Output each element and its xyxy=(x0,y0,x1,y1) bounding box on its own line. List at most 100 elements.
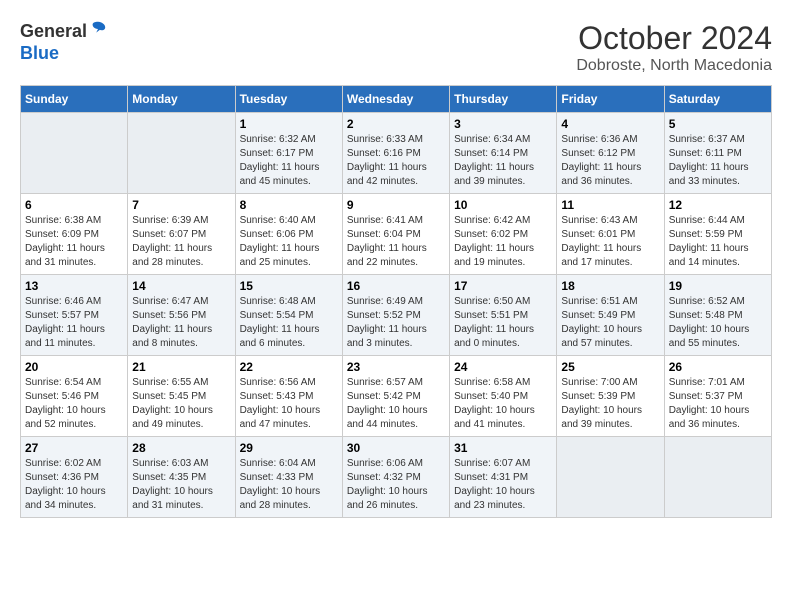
location-title: Dobroste, North Macedonia xyxy=(576,57,772,75)
day-info: Sunrise: 6:46 AMSunset: 5:57 PMDaylight:… xyxy=(25,295,123,351)
day-info: Sunrise: 6:58 AMSunset: 5:40 PMDaylight:… xyxy=(454,376,552,432)
calendar-day-cell xyxy=(557,437,664,518)
day-info: Sunrise: 6:49 AMSunset: 5:52 PMDaylight:… xyxy=(347,295,445,351)
weekday-header-sunday: Sunday xyxy=(21,86,128,113)
day-number: 16 xyxy=(347,279,445,293)
day-info: Sunrise: 6:04 AMSunset: 4:33 PMDaylight:… xyxy=(240,457,338,513)
weekday-header-saturday: Saturday xyxy=(664,86,771,113)
calendar-day-cell: 30Sunrise: 6:06 AMSunset: 4:32 PMDayligh… xyxy=(342,437,449,518)
calendar-day-cell: 15Sunrise: 6:48 AMSunset: 5:54 PMDayligh… xyxy=(235,275,342,356)
day-number: 7 xyxy=(132,198,230,212)
day-number: 8 xyxy=(240,198,338,212)
day-number: 1 xyxy=(240,117,338,131)
calendar-day-cell: 21 Sunrise: 6:55 AMSunset: 5:45 PMDayligh… xyxy=(128,356,235,437)
weekday-header-row: SundayMondayTuesdayWednesdayThursdayFrid… xyxy=(21,86,772,113)
calendar-day-cell: 17Sunrise: 6:50 AMSunset: 5:51 PMDayligh… xyxy=(450,275,557,356)
calendar-day-cell: 12 Sunrise: 6:44 AMSunset: 5:59 PMDayligh… xyxy=(664,194,771,275)
day-number: 21 xyxy=(132,360,230,374)
day-number: 4 xyxy=(561,117,659,131)
day-info: Sunrise: 6:07 AMSunset: 4:31 PMDaylight:… xyxy=(454,457,552,513)
calendar-day-cell: 4 Sunrise: 6:36 AMSunset: 6:12 PMDaylight… xyxy=(557,113,664,194)
day-number: 6 xyxy=(25,198,123,212)
day-number: 19 xyxy=(669,279,767,293)
day-info: Sunrise: 6:55 AMSunset: 5:45 PMDaylight:… xyxy=(132,376,230,432)
calendar-day-cell: 22 Sunrise: 6:56 AMSunset: 5:43 PMDayligh… xyxy=(235,356,342,437)
calendar-day-cell: 16 Sunrise: 6:49 AMSunset: 5:52 PMDayligh… xyxy=(342,275,449,356)
calendar-day-cell: 26 Sunrise: 7:01 AMSunset: 5:37 PMDayligh… xyxy=(664,356,771,437)
day-number: 27 xyxy=(25,441,123,455)
calendar-week-row: 1 Sunrise: 6:32 AMSunset: 6:17 PMDaylight… xyxy=(21,113,772,194)
weekday-header-wednesday: Wednesday xyxy=(342,86,449,113)
calendar-day-cell: 31 Sunrise: 6:07 AMSunset: 4:31 PMDayligh… xyxy=(450,437,557,518)
calendar-day-cell: 18Sunrise: 6:51 AMSunset: 5:49 PMDayligh… xyxy=(557,275,664,356)
day-number: 12 xyxy=(669,198,767,212)
calendar: SundayMondayTuesdayWednesdayThursdayFrid… xyxy=(20,85,772,518)
day-info: Sunrise: 6:48 AMSunset: 5:54 PMDaylight:… xyxy=(240,295,338,351)
day-info: Sunrise: 6:33 AMSunset: 6:16 PMDaylight:… xyxy=(347,133,445,189)
calendar-week-row: 6 Sunrise: 6:38 AMSunset: 6:09 PMDaylight… xyxy=(21,194,772,275)
calendar-day-cell: 29Sunrise: 6:04 AMSunset: 4:33 PMDayligh… xyxy=(235,437,342,518)
weekday-header-friday: Friday xyxy=(557,86,664,113)
day-info: Sunrise: 6:36 AMSunset: 6:12 PMDaylight:… xyxy=(561,133,659,189)
day-number: 10 xyxy=(454,198,552,212)
calendar-day-cell xyxy=(664,437,771,518)
calendar-day-cell: 28 Sunrise: 6:03 AMSunset: 4:35 PMDayligh… xyxy=(128,437,235,518)
day-number: 20 xyxy=(25,360,123,374)
day-number: 26 xyxy=(669,360,767,374)
day-number: 2 xyxy=(347,117,445,131)
day-number: 23 xyxy=(347,360,445,374)
day-number: 13 xyxy=(25,279,123,293)
day-number: 17 xyxy=(454,279,552,293)
calendar-day-cell xyxy=(21,113,128,194)
header: General Blue October 2024 Dobroste, Nort… xyxy=(20,20,772,75)
calendar-day-cell: 5 Sunrise: 6:37 AMSunset: 6:11 PMDaylight… xyxy=(664,113,771,194)
day-info: Sunrise: 6:03 AMSunset: 4:35 PMDaylight:… xyxy=(132,457,230,513)
calendar-day-cell: 1 Sunrise: 6:32 AMSunset: 6:17 PMDaylight… xyxy=(235,113,342,194)
day-info: Sunrise: 6:41 AMSunset: 6:04 PMDaylight:… xyxy=(347,214,445,270)
day-number: 9 xyxy=(347,198,445,212)
day-number: 30 xyxy=(347,441,445,455)
calendar-day-cell: 10 Sunrise: 6:42 AMSunset: 6:02 PMDayligh… xyxy=(450,194,557,275)
calendar-day-cell: 7 Sunrise: 6:39 AMSunset: 6:07 PMDaylight… xyxy=(128,194,235,275)
day-info: Sunrise: 6:40 AMSunset: 6:06 PMDaylight:… xyxy=(240,214,338,270)
calendar-day-cell: 25 Sunrise: 7:00 AMSunset: 5:39 PMDayligh… xyxy=(557,356,664,437)
weekday-header-thursday: Thursday xyxy=(450,86,557,113)
logo-bird-icon xyxy=(89,20,107,43)
calendar-day-cell xyxy=(128,113,235,194)
calendar-day-cell: 11Sunrise: 6:43 AMSunset: 6:01 PMDayligh… xyxy=(557,194,664,275)
day-number: 11 xyxy=(561,198,659,212)
day-number: 31 xyxy=(454,441,552,455)
day-number: 25 xyxy=(561,360,659,374)
title-area: October 2024 Dobroste, North Macedonia xyxy=(576,20,772,75)
calendar-day-cell: 8 Sunrise: 6:40 AMSunset: 6:06 PMDaylight… xyxy=(235,194,342,275)
day-info: Sunrise: 6:32 AMSunset: 6:17 PMDaylight:… xyxy=(240,133,338,189)
logo-blue: Blue xyxy=(20,43,59,64)
day-number: 24 xyxy=(454,360,552,374)
calendar-week-row: 13 Sunrise: 6:46 AMSunset: 5:57 PMDayligh… xyxy=(21,275,772,356)
calendar-day-cell: 9 Sunrise: 6:41 AMSunset: 6:04 PMDaylight… xyxy=(342,194,449,275)
day-info: Sunrise: 6:34 AMSunset: 6:14 PMDaylight:… xyxy=(454,133,552,189)
day-number: 22 xyxy=(240,360,338,374)
day-number: 18 xyxy=(561,279,659,293)
day-number: 3 xyxy=(454,117,552,131)
month-title: October 2024 xyxy=(576,20,772,57)
day-info: Sunrise: 6:02 AMSunset: 4:36 PMDaylight:… xyxy=(25,457,123,513)
day-info: Sunrise: 6:54 AMSunset: 5:46 PMDaylight:… xyxy=(25,376,123,432)
day-info: Sunrise: 6:38 AMSunset: 6:09 PMDaylight:… xyxy=(25,214,123,270)
calendar-day-cell: 2 Sunrise: 6:33 AMSunset: 6:16 PMDaylight… xyxy=(342,113,449,194)
day-info: Sunrise: 6:52 AMSunset: 5:48 PMDaylight:… xyxy=(669,295,767,351)
logo: General Blue xyxy=(20,20,107,64)
calendar-week-row: 20 Sunrise: 6:54 AMSunset: 5:46 PMDayligh… xyxy=(21,356,772,437)
day-number: 5 xyxy=(669,117,767,131)
day-info: Sunrise: 7:01 AMSunset: 5:37 PMDaylight:… xyxy=(669,376,767,432)
day-info: Sunrise: 6:56 AMSunset: 5:43 PMDaylight:… xyxy=(240,376,338,432)
weekday-header-tuesday: Tuesday xyxy=(235,86,342,113)
day-info: Sunrise: 6:42 AMSunset: 6:02 PMDaylight:… xyxy=(454,214,552,270)
day-info: Sunrise: 6:44 AMSunset: 5:59 PMDaylight:… xyxy=(669,214,767,270)
calendar-day-cell: 20 Sunrise: 6:54 AMSunset: 5:46 PMDayligh… xyxy=(21,356,128,437)
day-info: Sunrise: 7:00 AMSunset: 5:39 PMDaylight:… xyxy=(561,376,659,432)
day-info: Sunrise: 6:39 AMSunset: 6:07 PMDaylight:… xyxy=(132,214,230,270)
day-number: 28 xyxy=(132,441,230,455)
calendar-day-cell: 13 Sunrise: 6:46 AMSunset: 5:57 PMDayligh… xyxy=(21,275,128,356)
day-info: Sunrise: 6:37 AMSunset: 6:11 PMDaylight:… xyxy=(669,133,767,189)
